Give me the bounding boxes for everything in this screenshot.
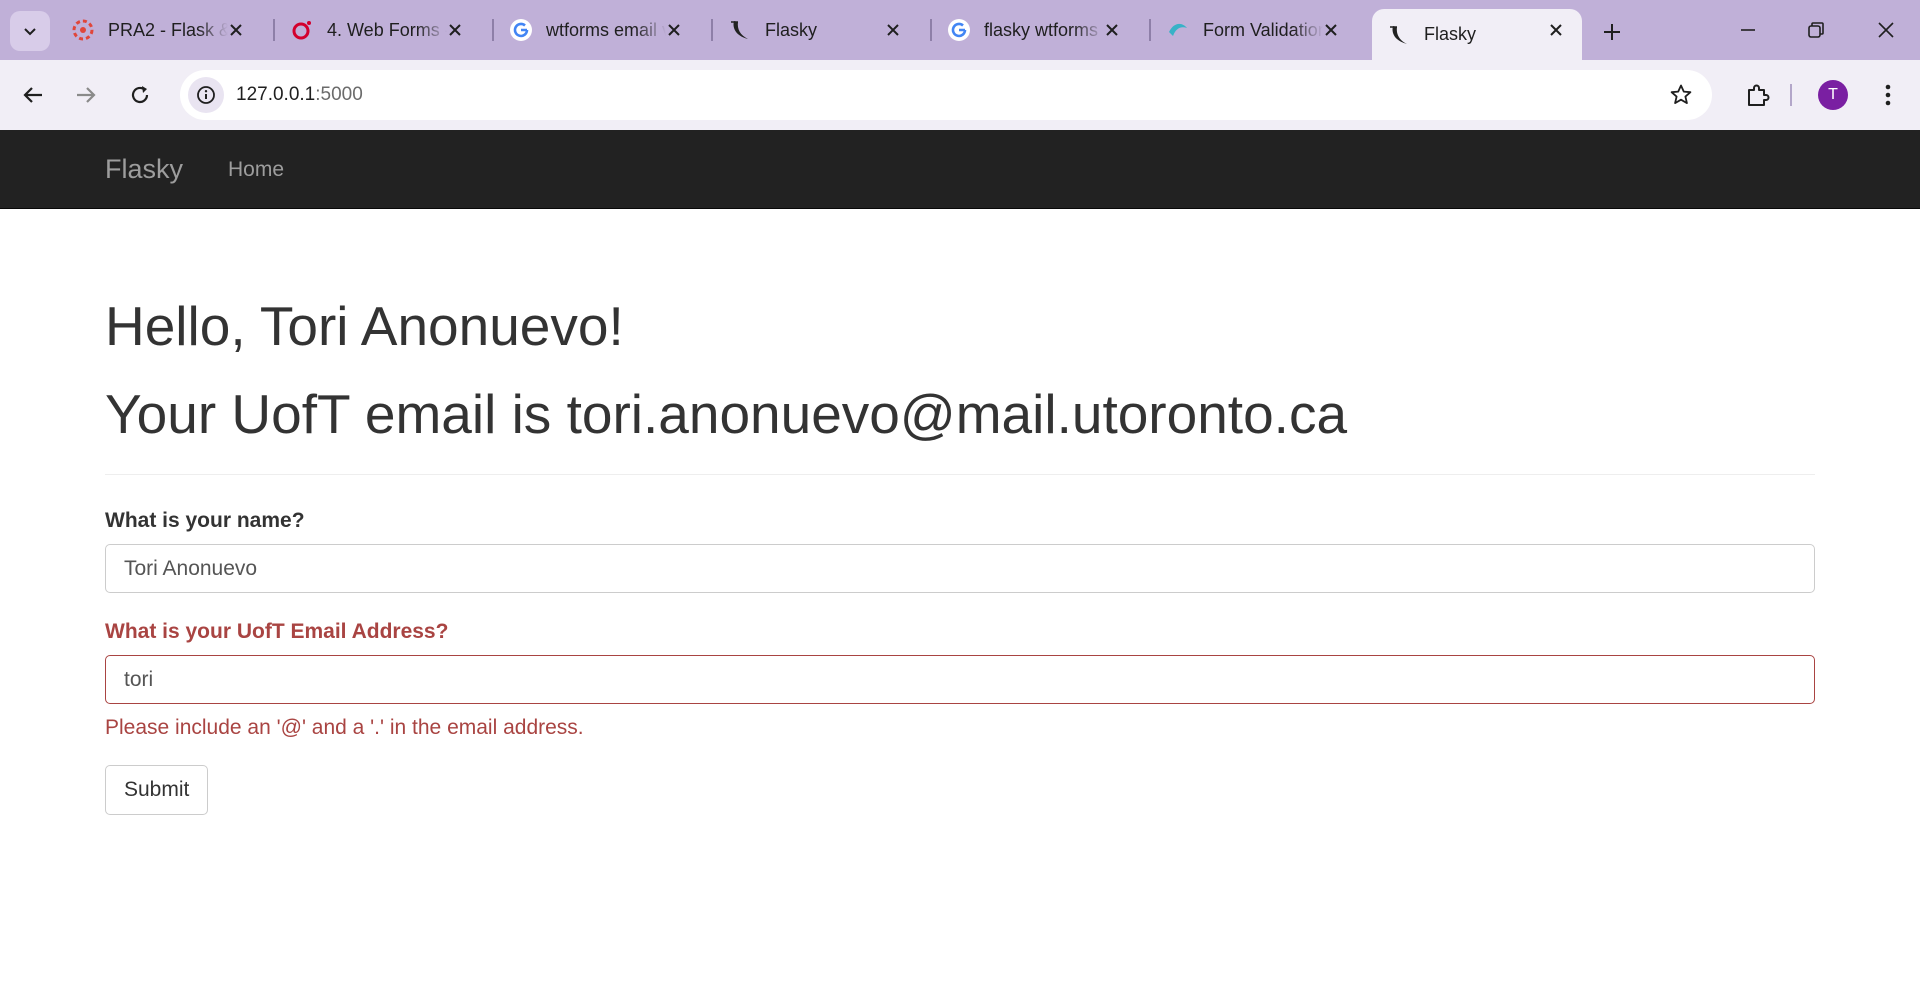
close-tab-icon[interactable]	[1100, 18, 1124, 42]
browser-tab[interactable]: PRA2 - Flask & Fla	[56, 9, 262, 51]
info-icon	[197, 86, 215, 104]
tab-title: PRA2 - Flask & Fla	[108, 19, 228, 40]
flask-icon	[727, 17, 753, 43]
close-tab-icon[interactable]	[881, 18, 905, 42]
close-window-button[interactable]	[1866, 12, 1906, 48]
google-icon	[946, 17, 972, 43]
browser-tab[interactable]: 4. Web Forms - Fla	[275, 9, 481, 51]
name-input[interactable]	[105, 544, 1815, 593]
minimize-icon	[1741, 29, 1755, 31]
email-heading: Your UofT email is tori.anonuevo@mail.ut…	[105, 383, 1348, 445]
reload-button[interactable]	[121, 76, 159, 114]
form-validation-icon	[1165, 17, 1191, 43]
restore-button[interactable]	[1796, 12, 1836, 48]
close-icon	[1878, 22, 1894, 38]
close-tab-icon[interactable]	[224, 18, 248, 42]
new-tab-button[interactable]	[1596, 16, 1628, 48]
browser-tab-strip: PRA2 - Flask & Fla 4. Web Forms - Fla wt…	[0, 0, 1920, 60]
tab-search-button[interactable]	[10, 11, 50, 51]
browser-tab[interactable]: wtforms email vali	[494, 9, 700, 51]
minimize-button[interactable]	[1728, 12, 1768, 48]
email-label: What is your UofT Email Address?	[105, 620, 449, 643]
more-vertical-icon	[1885, 84, 1891, 106]
email-input[interactable]	[105, 655, 1815, 704]
close-tab-icon[interactable]	[1544, 18, 1568, 42]
tab-title: wtforms email vali	[546, 19, 666, 40]
canvas-logo-icon	[70, 17, 96, 43]
nav-link-home[interactable]: Home	[228, 158, 284, 182]
navbar-brand[interactable]: Flasky	[105, 154, 183, 185]
google-icon	[508, 17, 534, 43]
tab-title: Flasky	[765, 19, 818, 40]
arrow-left-icon	[23, 87, 42, 103]
browser-tab-active[interactable]: Flasky	[1372, 9, 1582, 60]
tab-title: Flasky	[1424, 24, 1477, 44]
restore-icon	[1808, 22, 1824, 38]
browser-tab[interactable]: flasky wtforms ema	[932, 9, 1138, 51]
extensions-button[interactable]	[1738, 75, 1778, 115]
submit-button[interactable]: Submit	[105, 765, 209, 815]
name-label: What is your name?	[105, 509, 305, 532]
url-host: 127.0.0.1	[236, 84, 316, 105]
tab-title: flasky wtforms ema	[984, 19, 1104, 40]
email-error-message: Please include an '@' and a '.' in the e…	[105, 716, 584, 739]
divider	[105, 474, 1815, 475]
plus-icon	[1604, 24, 1620, 40]
close-tab-icon[interactable]	[443, 18, 467, 42]
browser-tab[interactable]: Form Validation	[1151, 9, 1357, 51]
browser-tab[interactable]: Flasky	[713, 9, 919, 51]
browser-menu-button[interactable]	[1870, 77, 1906, 113]
reload-icon	[131, 86, 149, 104]
tab-title: 4. Web Forms - Fla	[327, 19, 447, 40]
star-icon	[1670, 84, 1692, 104]
close-tab-icon[interactable]	[1319, 18, 1343, 42]
site-info-button[interactable]	[188, 77, 224, 113]
flask-icon	[1386, 22, 1412, 48]
address-bar[interactable]: 127.0.0.1:5000	[180, 70, 1712, 120]
toolbar-divider	[1790, 84, 1792, 106]
tab-title: Form Validation	[1203, 19, 1323, 40]
url-text: 127.0.0.1:5000	[236, 84, 363, 106]
bookmark-button[interactable]	[1668, 82, 1694, 108]
back-button[interactable]	[14, 76, 52, 114]
greeting-heading: Hello, Tori Anonuevo!	[105, 295, 624, 357]
site-navbar: Flasky Home	[0, 130, 1920, 209]
url-port: :5000	[315, 84, 363, 105]
arrow-right-icon	[77, 87, 96, 103]
puzzle-icon	[1748, 84, 1770, 106]
forward-button[interactable]	[67, 76, 105, 114]
browser-toolbar: 127.0.0.1:5000 T	[0, 60, 1920, 130]
profile-avatar[interactable]: T	[1818, 80, 1848, 110]
chevron-down-icon	[24, 28, 36, 36]
oreilly-icon	[289, 17, 315, 43]
close-tab-icon[interactable]	[662, 18, 686, 42]
